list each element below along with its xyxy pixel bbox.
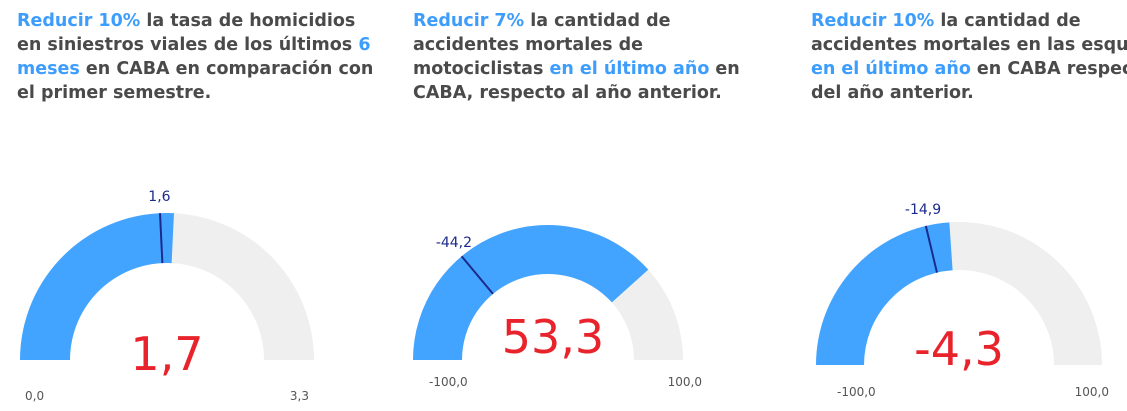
gauge-chart: -14,9 -4,3 -100,0 100,0	[816, 202, 1109, 399]
panel-headline: Reducir 7% la cantidad de accidentes mor…	[413, 9, 773, 105]
headline-highlight: Reducir 10%	[17, 11, 141, 31]
gauge-target-label: -14,9	[905, 202, 941, 218]
gauge-chart: -44,2 53,3 -100,0 100,0	[413, 225, 702, 389]
gauge-value-label: 1,7	[130, 327, 203, 381]
gauge-max-label: 100,0	[668, 375, 702, 389]
panel-headline: Reducir 10% la cantidad de accidentes mo…	[811, 9, 1127, 105]
headline-highlight: Reducir 10%	[811, 11, 935, 31]
kpi-panel-motorcyclist-accidents: Reducir 7% la cantidad de accidentes mor…	[413, 0, 788, 411]
headline-highlight: Reducir 7%	[413, 11, 525, 31]
kpi-panel-corner-accidents: Reducir 10% la cantidad de accidentes mo…	[811, 0, 1127, 411]
headline-highlight: en el último año	[549, 59, 710, 79]
gauge-target-label: 1,6	[148, 189, 170, 205]
gauge-value-label: 53,3	[502, 310, 604, 364]
gauge-value-label: -4,3	[914, 322, 1004, 376]
gauge-target-label: -44,2	[436, 235, 472, 251]
gauge-max-label: 100,0	[1075, 385, 1109, 399]
gauge-min-label: -100,0	[837, 385, 876, 399]
gauge-max-label: 3,3	[290, 389, 309, 403]
panel-headline: Reducir 10% la tasa de homicidios en sin…	[17, 9, 377, 105]
gauge-min-label: -100,0	[429, 375, 468, 389]
gauge-min-label: 0,0	[25, 389, 44, 403]
gauge-chart: 1,6 1,7 0,0 3,3	[20, 189, 314, 403]
headline-highlight: en el último año	[811, 59, 971, 79]
kpi-panel-homicide-rate: Reducir 10% la tasa de homicidios en sin…	[17, 0, 392, 411]
